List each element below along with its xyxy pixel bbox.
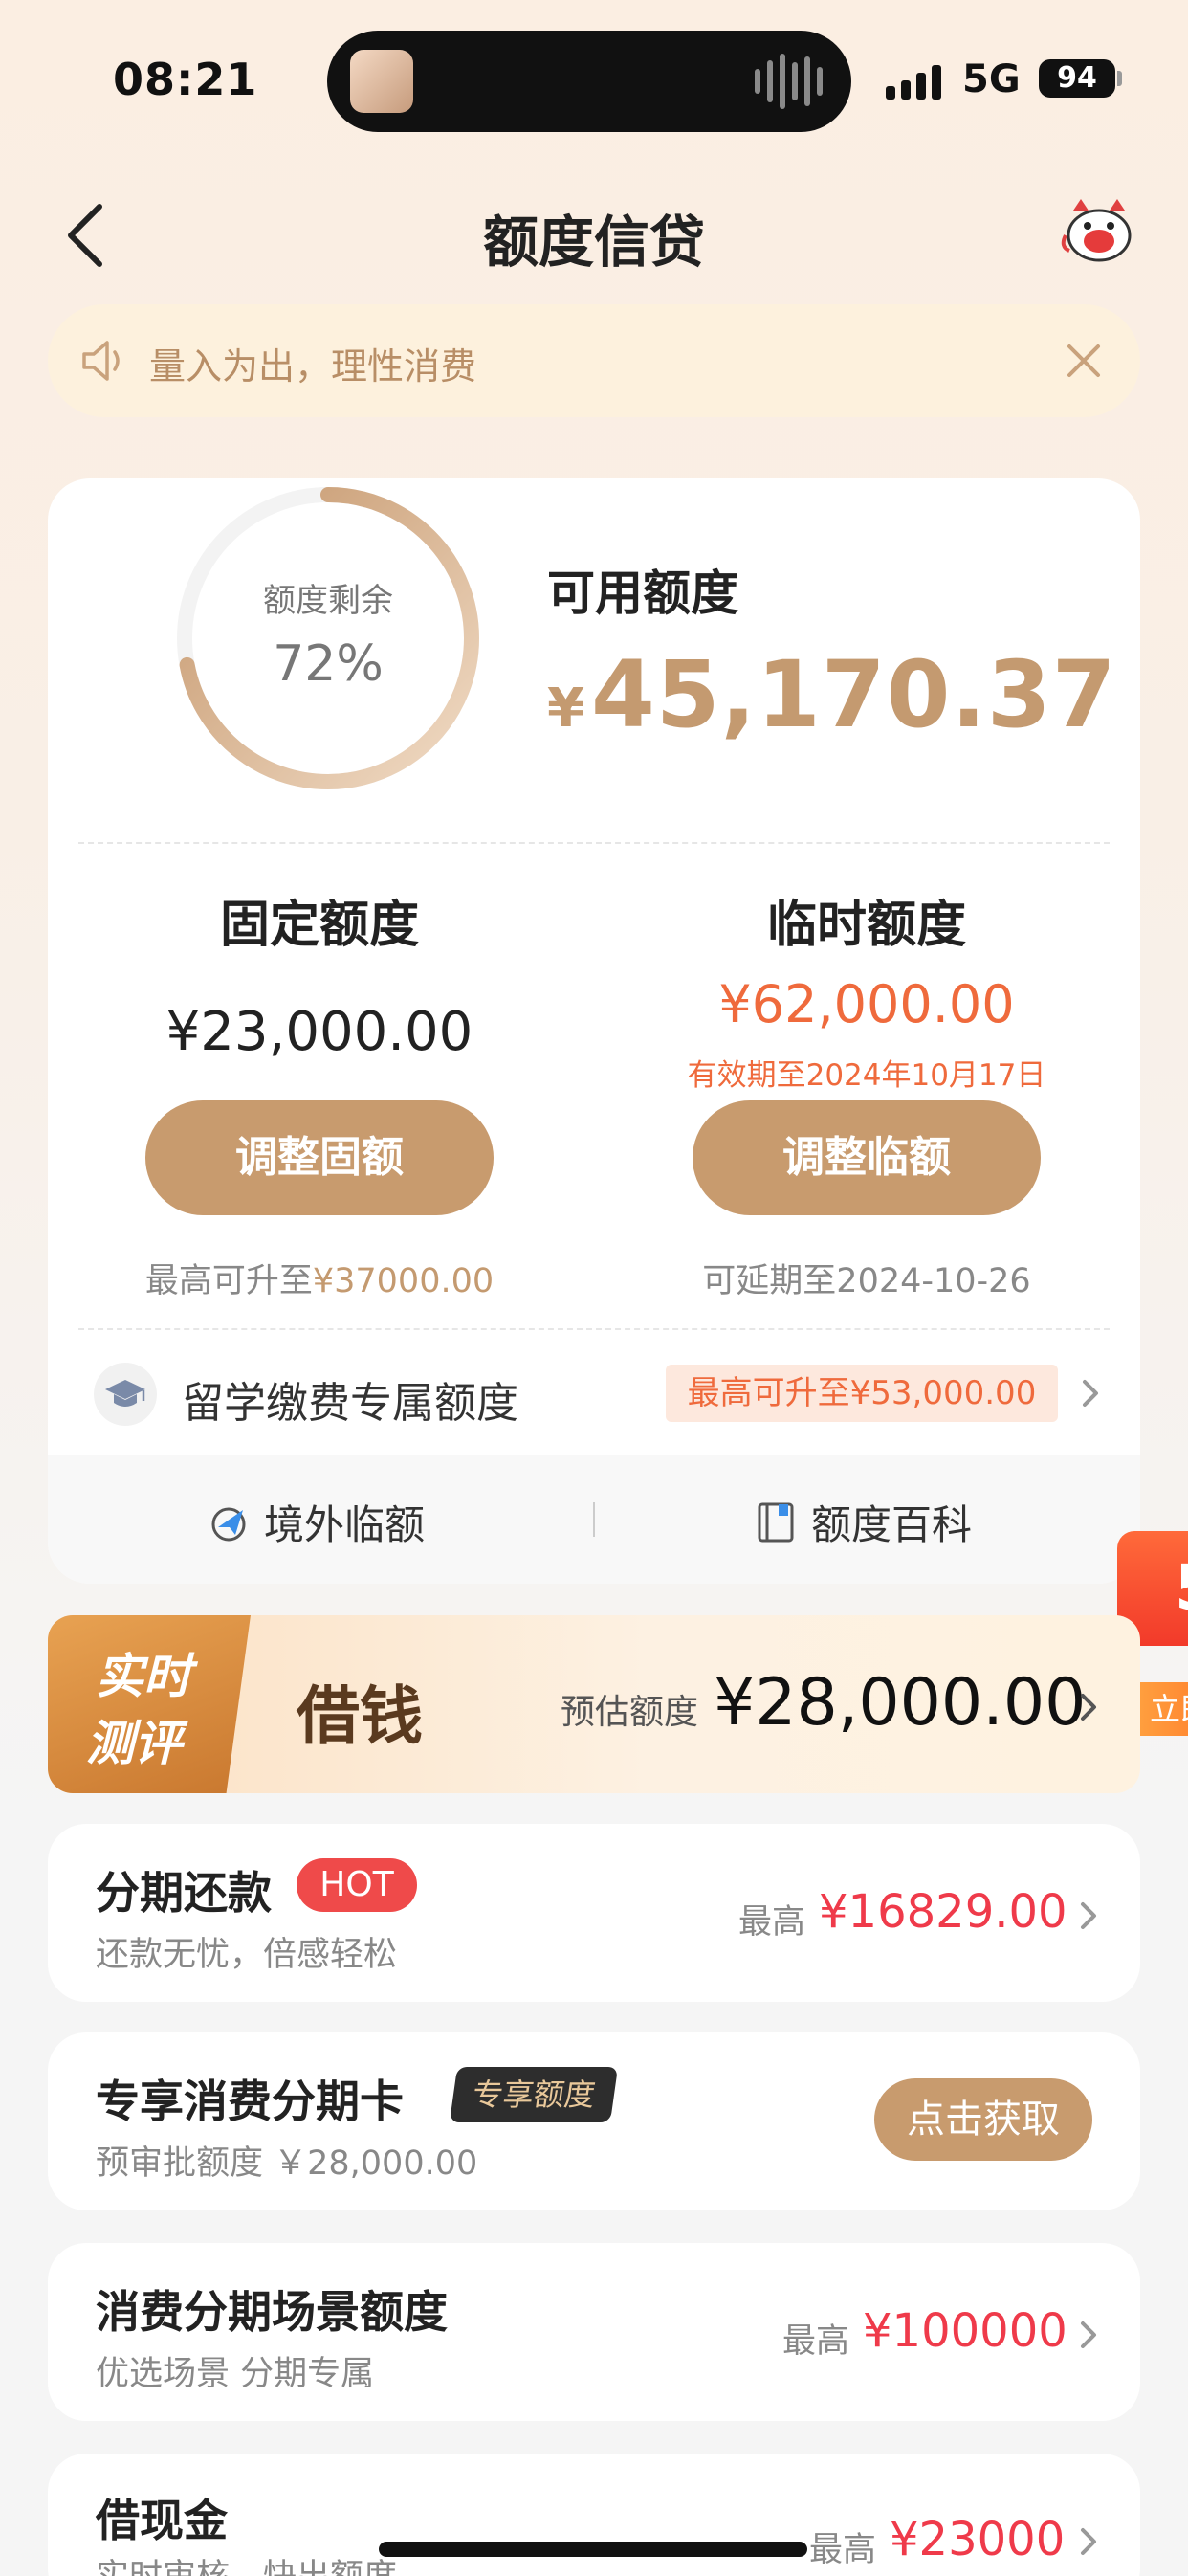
max-amount: ¥16829.00 xyxy=(819,1885,1067,1939)
max-amount: ¥100000 xyxy=(863,2304,1067,2358)
available-amount-value: 45,170.37 xyxy=(590,641,1117,748)
credit-encyclopedia-link[interactable]: 额度百科 xyxy=(756,1493,972,1551)
item-subtitle: 还款无忧，倍感轻松 xyxy=(96,1936,398,1974)
adjust-temp-button[interactable]: 调整临额 xyxy=(693,1100,1041,1215)
study-abroad-max-tag: 最高可升至¥53,000.00 xyxy=(666,1365,1058,1422)
exclusive-badge: 专享额度 xyxy=(449,2067,619,2122)
ring-percent: 72% xyxy=(273,635,384,693)
page-title: 额度信贷 xyxy=(482,210,705,275)
available-credit-amount: ¥45,170.37 xyxy=(547,641,1116,748)
estimate-amount: ¥28,000.00 xyxy=(714,1665,1087,1741)
temp-credit-amount: ¥62,000.00 xyxy=(718,974,1015,1034)
now-playing-artwork xyxy=(350,50,413,113)
overseas-plane-icon xyxy=(211,1507,246,1541)
status-time: 08:21 xyxy=(113,54,258,105)
click-to-get-button[interactable]: 点击获取 xyxy=(874,2078,1092,2161)
promo-title: 借钱 xyxy=(297,1679,423,1753)
notice-banner: 量入为出，理性消费 xyxy=(48,304,1140,417)
audio-wave-icon xyxy=(755,54,823,109)
encyclopedia-label: 额度百科 xyxy=(811,1501,973,1548)
close-icon[interactable] xyxy=(1060,337,1108,385)
home-indicator xyxy=(379,2542,807,2557)
battery-level: 94 xyxy=(1039,59,1115,98)
badge-line-2: 测评 xyxy=(86,1716,182,1771)
dynamic-island xyxy=(327,31,851,132)
chevron-right-icon[interactable] xyxy=(1075,1688,1102,1726)
chevron-right-icon[interactable] xyxy=(1075,2316,1102,2354)
max-amount: ¥23000 xyxy=(890,2513,1066,2566)
mascot-icon[interactable] xyxy=(1060,197,1138,268)
overseas-label: 境外临额 xyxy=(264,1501,426,1548)
temp-credit-expiry: 有效期至2024年10月17日 xyxy=(687,1058,1046,1093)
chevron-right-icon[interactable] xyxy=(1077,1374,1104,1412)
fixed-credit-amount: ¥23,000.00 xyxy=(165,1001,473,1063)
item-subtitle: 预审批额度 ￥28,000.00 xyxy=(96,2144,478,2183)
battery-tip xyxy=(1117,71,1122,86)
temp-extend-note: 可延期至2024-10-26 xyxy=(702,1262,1031,1300)
hot-badge: HOT xyxy=(297,1858,417,1912)
chevron-right-icon[interactable] xyxy=(1075,2522,1102,2561)
available-credit-label: 可用额度 xyxy=(547,566,738,621)
fixed-credit-title: 固定额度 xyxy=(219,897,419,954)
max-label: 最高 xyxy=(809,2531,877,2569)
divider xyxy=(78,842,1110,844)
currency-symbol: ¥ xyxy=(547,677,585,740)
badge-line-1: 实时 xyxy=(96,1649,191,1704)
item-subtitle: 优选场景 分期专属 xyxy=(96,2355,375,2393)
item-title: 借现金 xyxy=(96,2495,228,2546)
item-title: 消费分期场景额度 xyxy=(96,2286,448,2338)
item-subtitle: 实时审核，快出额度 xyxy=(96,2549,397,2576)
estimate-label: 预估额度 xyxy=(561,1693,699,1732)
book-icon xyxy=(758,1502,794,1542)
item-title: 分期还款 xyxy=(96,1867,272,1919)
graduation-cap-icon xyxy=(94,1363,157,1426)
fixed-note-prefix: 最高可升至 xyxy=(144,1262,313,1300)
speaker-icon xyxy=(82,341,120,381)
divider xyxy=(78,1328,1110,1330)
footer-divider xyxy=(593,1502,595,1537)
ring-label: 额度剩余 xyxy=(263,582,393,620)
max-label: 最高 xyxy=(782,2322,850,2361)
temp-credit-title: 临时额度 xyxy=(766,897,966,954)
item-title: 专享消费分期卡 xyxy=(96,2076,404,2127)
adjust-fixed-button[interactable]: 调整固额 xyxy=(145,1100,494,1215)
study-abroad-credit-label[interactable]: 留学缴费专属额度 xyxy=(182,1368,518,1430)
signal-icon xyxy=(886,61,941,100)
network-label: 5G xyxy=(962,57,1021,101)
fixed-max-note: 最高可升至¥37000.00 xyxy=(80,1254,559,1302)
chevron-right-icon[interactable] xyxy=(1075,1897,1102,1935)
overseas-temp-credit-link[interactable]: 境外临额 xyxy=(207,1493,425,1551)
fixed-note-value: ¥37000.00 xyxy=(312,1262,495,1300)
notice-text: 量入为出，理性消费 xyxy=(149,345,477,388)
max-label: 最高 xyxy=(738,1903,806,1942)
